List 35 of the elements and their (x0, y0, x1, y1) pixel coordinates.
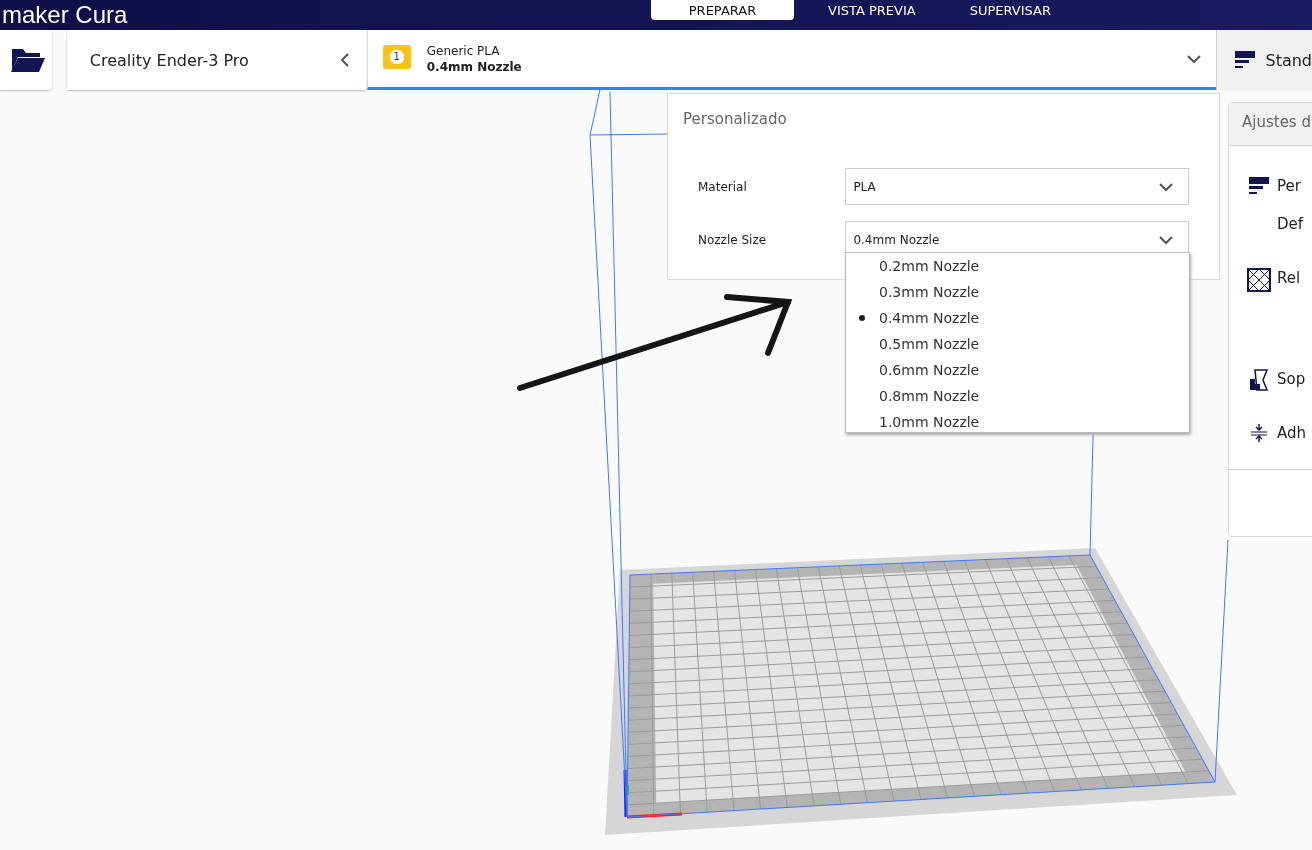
stage-tab[interactable]: SUPERVISAR (949, 0, 1071, 20)
open-file-button[interactable] (0, 30, 52, 90)
field-label: Material (698, 179, 748, 194)
chevron-down-icon (1158, 234, 1174, 245)
material-selector[interactable]: 1 Generic PLA 0.4mm Nozzle (366, 30, 1217, 90)
profile-icon (1249, 176, 1269, 196)
infill-icon (1247, 268, 1271, 292)
profile-icon (1235, 50, 1256, 70)
print-profile-selector[interactable]: Stand (1216, 30, 1312, 90)
app-title: maker Cura (2, 3, 128, 27)
dropdown-field[interactable]: PLA (845, 168, 1189, 205)
chevron-down-icon (1158, 181, 1174, 192)
menu-item[interactable]: 0.6mm Nozzle (846, 357, 1189, 383)
menu-item[interactable]: 1.0mm Nozzle (846, 409, 1189, 435)
setting-label: Sop (1277, 369, 1306, 389)
chevron-down-icon (1186, 53, 1203, 64)
folder-icon (9, 47, 46, 73)
printer-selector[interactable]: Creality Ender-3 Pro (66, 30, 366, 90)
adhesion-icon (1250, 423, 1268, 443)
menu-item[interactable]: 0.4mm Nozzle (846, 305, 1189, 331)
field-label: Nozzle Size (698, 232, 768, 247)
chevron-left-icon (339, 52, 350, 68)
stage-tab[interactable]: VISTA PREVIA (808, 0, 936, 20)
setting-label: Per (1277, 176, 1301, 196)
stage-tab[interactable]: PREPARAR (651, 0, 794, 20)
menu-item[interactable]: 0.8mm Nozzle (846, 383, 1189, 409)
setting-label: Adh (1277, 423, 1307, 443)
setting-label: Rel (1277, 268, 1301, 288)
support-icon (1249, 369, 1269, 391)
setting-label: Def (1277, 214, 1304, 234)
menu-item[interactable]: 0.5mm Nozzle (846, 331, 1189, 357)
menu-item[interactable]: 0.3mm Nozzle (846, 279, 1189, 305)
extruder-badge: 1 (382, 44, 411, 69)
panel-title: Personalizado (683, 110, 788, 130)
panel-header: Ajustes d (1229, 103, 1312, 146)
